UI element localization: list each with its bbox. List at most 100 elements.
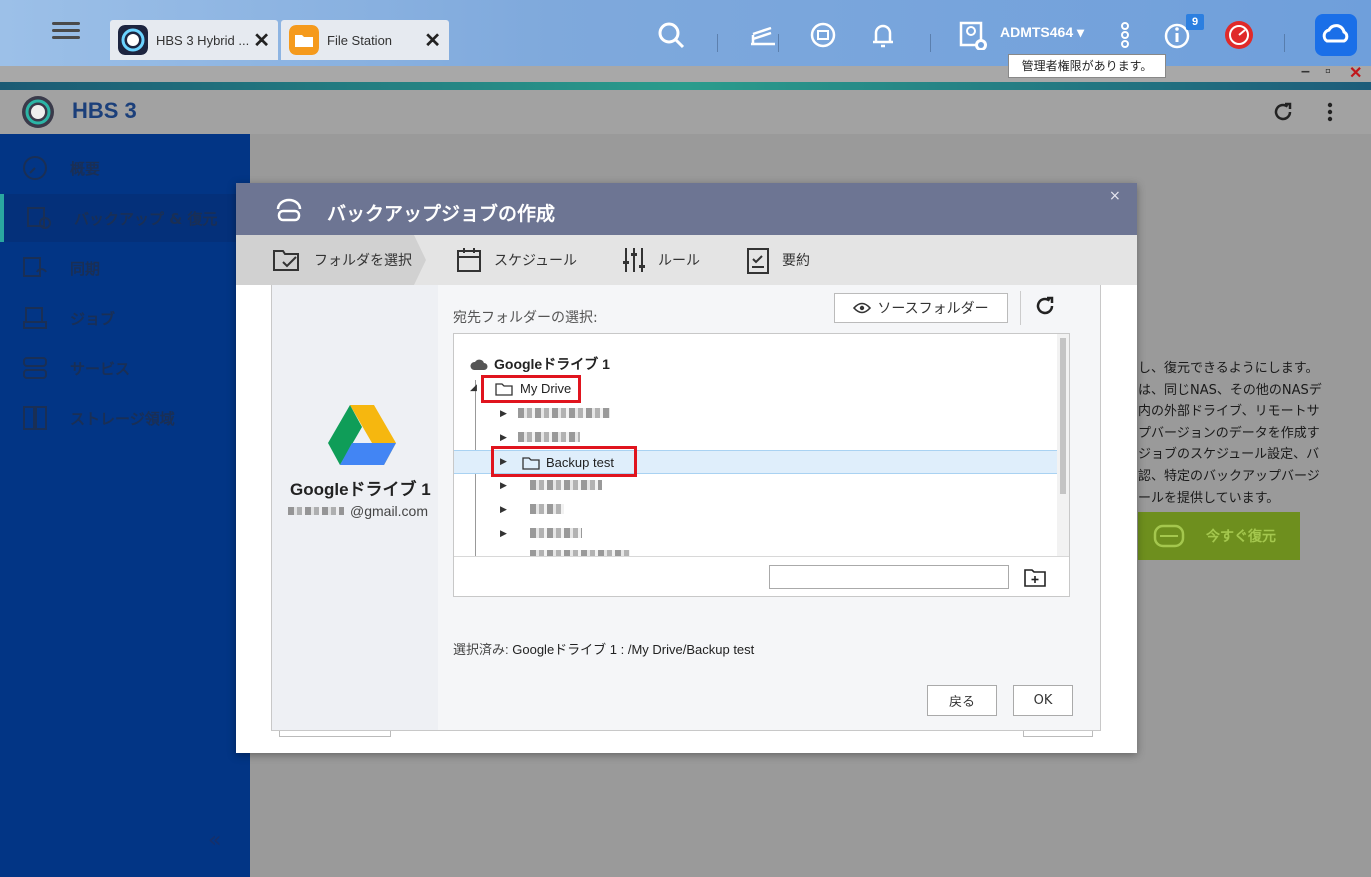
underlying-button: [279, 731, 391, 737]
search-icon[interactable]: [656, 20, 686, 50]
sidebar-item-label: バックアップ & 復元: [74, 209, 218, 228]
new-folder-bar: [454, 556, 1069, 596]
main-menu-icon[interactable]: [52, 18, 80, 46]
gauge-icon: [23, 156, 47, 180]
restore-now-button[interactable]: 今すぐ復元: [1138, 512, 1300, 560]
myqnapcloud-icon[interactable]: [1315, 14, 1357, 56]
source-folder-label: ソースフォルダー: [877, 301, 989, 317]
back-button[interactable]: 戻る: [927, 685, 997, 716]
redacted-text: [530, 480, 602, 490]
dashboard-gauge-icon[interactable]: [1224, 20, 1254, 50]
more-options-icon[interactable]: [1110, 20, 1140, 50]
tree-scrollbar[interactable]: [1057, 334, 1069, 556]
sidebar-item-jobs[interactable]: ジョブ: [0, 294, 250, 342]
close-icon[interactable]: ✕: [424, 28, 441, 53]
caret-right-icon[interactable]: ▶: [500, 505, 507, 515]
new-folder-input[interactable]: [769, 565, 1009, 589]
separator: [1020, 291, 1021, 325]
step-rules[interactable]: ルール: [622, 235, 700, 285]
close-icon[interactable]: ×: [1109, 188, 1121, 204]
tab-file-station[interactable]: File Station ✕: [281, 20, 449, 60]
close-icon[interactable]: ✕: [253, 28, 270, 53]
tree-row[interactable]: ▶: [454, 498, 1059, 522]
notification-bell-icon[interactable]: [868, 20, 898, 50]
highlight-box: [491, 446, 637, 477]
selected-path-value: Googleドライブ 1 : /My Drive/Backup test: [512, 642, 755, 657]
google-drive-icon: [328, 405, 396, 465]
refresh-icon[interactable]: [1034, 295, 1056, 317]
task-monitor-icon[interactable]: [748, 20, 778, 50]
source-folder-button[interactable]: ソースフォルダー: [834, 293, 1008, 323]
tree-row[interactable]: ▶: [454, 402, 1059, 426]
caret-right-icon[interactable]: ▶: [500, 433, 507, 443]
sidebar-item-sync[interactable]: 同期: [0, 244, 250, 292]
accent-stripe: [0, 82, 1371, 90]
clipboard-icon: [747, 248, 769, 274]
restore-window-icon[interactable]: ▫: [1325, 63, 1331, 81]
redacted-text: [530, 504, 564, 514]
app-title: HBS 3: [72, 98, 137, 123]
redacted-text: [518, 408, 610, 418]
dialog-title: バックアップジョブの作成: [327, 203, 556, 225]
caret-right-icon[interactable]: ▶: [500, 529, 507, 539]
account-panel: Googleドライブ 1 @gmail.com: [272, 285, 438, 730]
caret-right-icon[interactable]: ▶: [500, 481, 507, 491]
tree-row[interactable]: ▶: [454, 522, 1059, 546]
refresh-icon[interactable]: [1272, 101, 1294, 123]
folder-tree: Googleドライブ 1 ◢ My Drive ▶ ▶ ▶ Backup tes…: [453, 333, 1070, 597]
redacted-text: [518, 432, 580, 442]
close-window-icon[interactable]: ✕: [1349, 63, 1362, 83]
sidebar-item-label: 同期: [70, 259, 101, 278]
redacted-text: [530, 528, 582, 538]
tree-root-label[interactable]: Googleドライブ 1: [494, 354, 610, 374]
separator: [930, 34, 931, 52]
separator: [1284, 34, 1285, 52]
sidebar-item-label: ストレージ領域: [70, 409, 175, 428]
app-more-icon[interactable]: [1320, 101, 1340, 123]
caret-right-icon[interactable]: ▶: [500, 409, 507, 419]
scroll-thumb[interactable]: [1060, 338, 1066, 494]
highlight-box: [481, 375, 581, 403]
restore-icon: [1153, 524, 1185, 548]
step-label: 要約: [782, 253, 810, 269]
step-summary[interactable]: 要約: [746, 235, 810, 285]
app-header: [0, 90, 1371, 134]
sidebar-item-backup-restore[interactable]: バックアップ & 復元: [0, 194, 250, 242]
expanded-caret-icon[interactable]: ◢: [470, 383, 477, 393]
folder-select-panel: Googleドライブ 1 @gmail.com 宛先フォルダーの選択: ソースフ…: [271, 285, 1101, 731]
redacted-text: [288, 507, 344, 515]
selected-prefix: 選択済み:: [453, 642, 509, 657]
sidebar-item-label: サービス: [70, 359, 131, 378]
tab-hbs3[interactable]: HBS 3 Hybrid ... ✕: [110, 20, 278, 60]
cloud-icon: [470, 359, 488, 370]
backup-drive-icon: [276, 198, 302, 222]
ok-button[interactable]: OK: [1013, 685, 1073, 716]
step-schedule[interactable]: スケジュール: [456, 235, 577, 285]
sliders-icon: [623, 248, 645, 272]
sidebar-item-overview[interactable]: 概要: [0, 144, 250, 192]
calendar-icon: [457, 248, 481, 272]
sync-status-icon[interactable]: [808, 20, 838, 50]
tree-row[interactable]: ▶: [454, 474, 1059, 498]
user-menu[interactable]: ADMTS464 ▾: [1000, 24, 1084, 41]
eye-icon: [853, 302, 872, 314]
step-label: スケジュール: [494, 253, 578, 269]
user-icon[interactable]: [958, 20, 988, 50]
sidebar-item-services[interactable]: サービス: [0, 344, 250, 392]
restore-now-label: 今すぐ復元: [1206, 529, 1276, 545]
separator: [778, 34, 779, 52]
services-icon: [23, 357, 47, 379]
wizard-steps: フォルダを選択 スケジュール ルール 要約: [236, 235, 1137, 285]
sync-icon: [23, 257, 47, 277]
sidebar-item-storage[interactable]: ストレージ領域: [0, 394, 250, 442]
dialog-header: バックアップジョブの作成 ×: [236, 183, 1137, 235]
collapse-sidebar-icon[interactable]: «: [208, 828, 221, 853]
minimize-icon[interactable]: –: [1301, 63, 1310, 81]
sidebar-item-label: 概要: [70, 159, 101, 178]
separator: [717, 34, 718, 52]
selected-path: 選択済み: Googleドライブ 1 : /My Drive/Backup te…: [453, 639, 754, 658]
step-select-folder[interactable]: フォルダを選択: [272, 235, 412, 285]
sidebar-item-label: ジョブ: [70, 309, 116, 328]
new-folder-icon[interactable]: [1024, 567, 1046, 587]
hbs3-logo-icon: [22, 96, 54, 128]
